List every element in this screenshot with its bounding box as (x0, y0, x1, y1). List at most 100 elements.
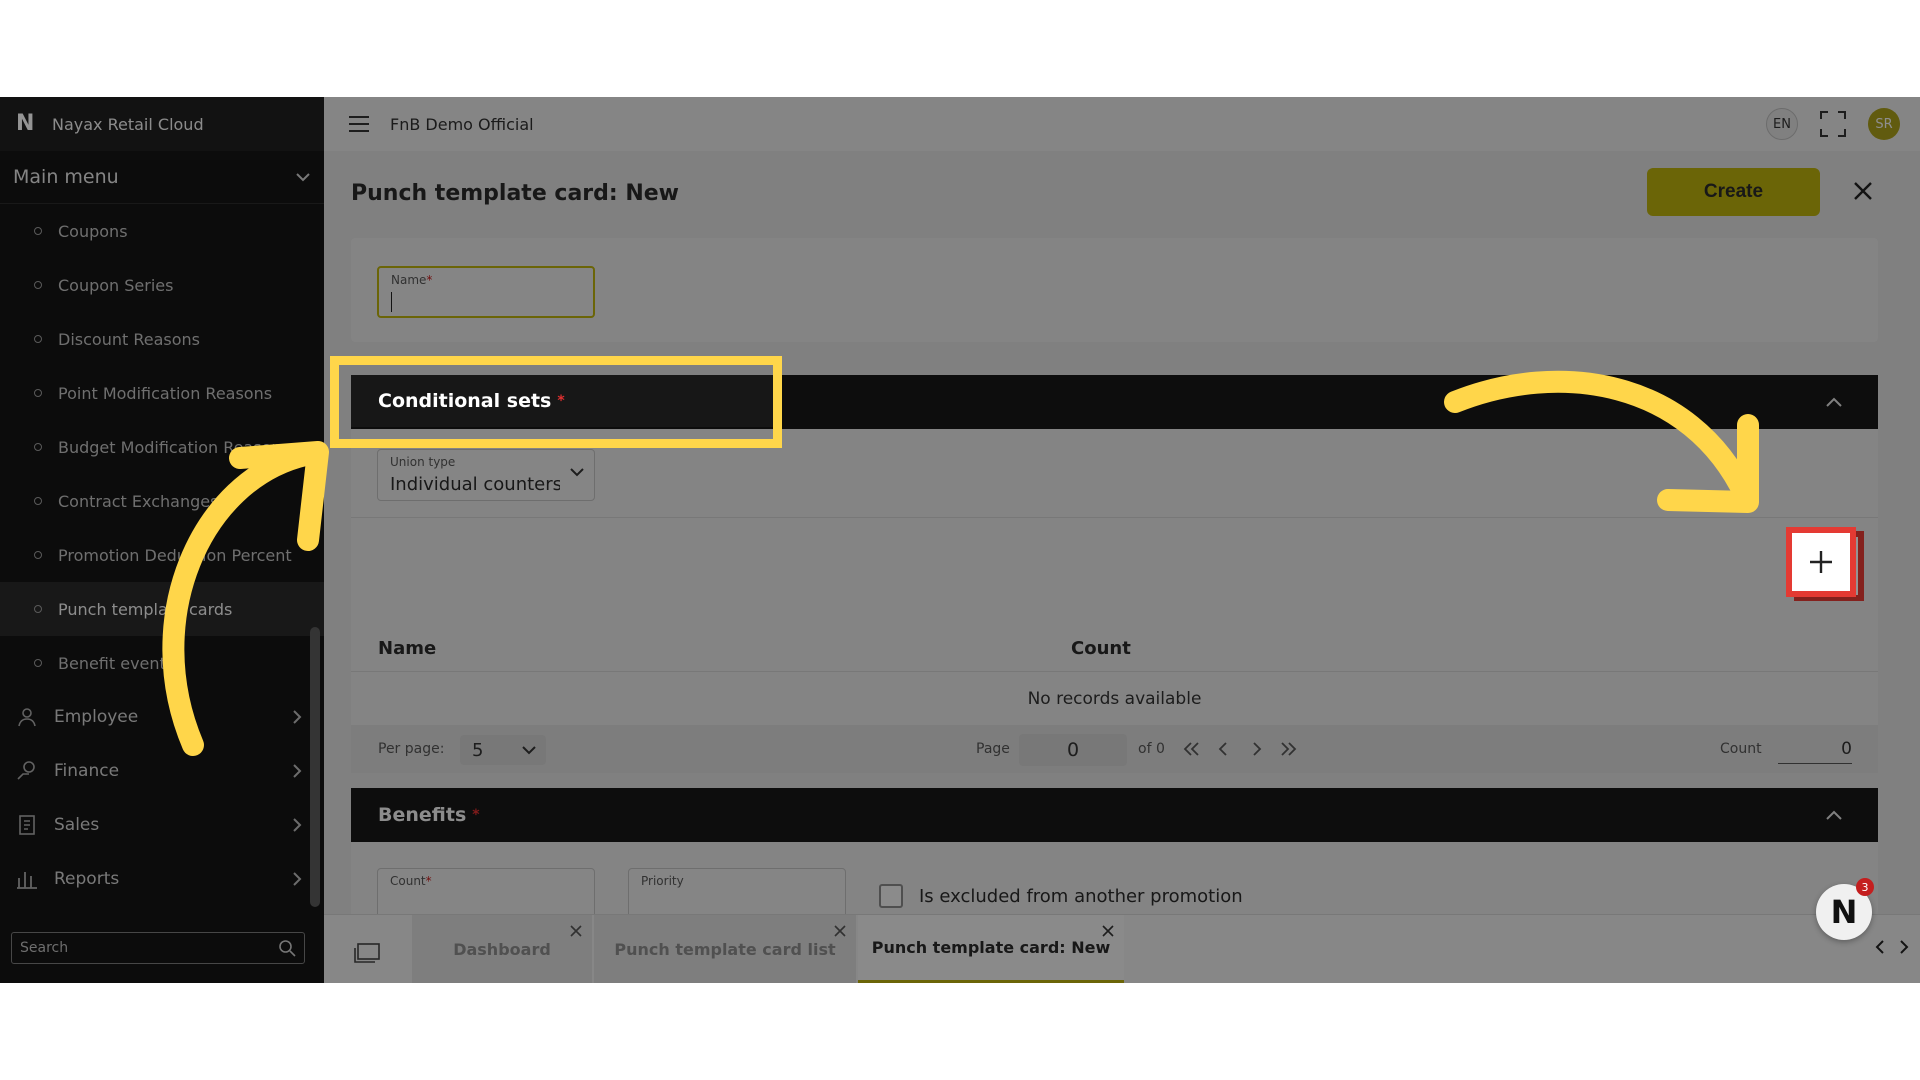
close-icon[interactable] (1851, 179, 1875, 203)
sales-icon (19, 815, 35, 835)
sidebar-group-label: Sales (54, 815, 100, 835)
sidebar-group-label: Reports (54, 869, 120, 889)
top-header: FnB Demo Official EN SR (324, 97, 1920, 151)
sidebar-item-coupons[interactable]: Coupons (0, 204, 324, 258)
count-value: 0 (1778, 735, 1852, 764)
bullet-icon (34, 659, 42, 667)
sidebar-item-label: Coupon Series (58, 275, 174, 295)
general-card: Name* (351, 238, 1878, 342)
bullet-icon (34, 335, 42, 343)
nayax-logo-icon: N (16, 111, 35, 136)
priority-field[interactable]: Priority (628, 868, 846, 920)
plus-icon (1810, 551, 1832, 573)
text-caret (391, 292, 392, 312)
chevron-down-icon (570, 468, 584, 477)
sidebar-item-label: Contract Exchanges (58, 491, 219, 511)
fullscreen-icon[interactable] (1820, 111, 1846, 137)
per-page-select[interactable]: 5 (460, 735, 546, 765)
scroll-left-icon[interactable] (1874, 939, 1886, 955)
sidebar-item-budget-modification-reasons[interactable]: Budget Modification Reasons (0, 420, 324, 474)
sidebar-item-label: Discount Reasons (58, 329, 200, 349)
close-tab-icon[interactable] (1102, 925, 1114, 937)
company-name: FnB Demo Official (390, 114, 534, 134)
window-tabs-icon[interactable] (354, 943, 380, 963)
sidebar-item-contract-exchanges[interactable]: Contract Exchanges (0, 474, 324, 528)
sidebar-group-sales[interactable]: Sales (0, 798, 324, 852)
benefits-header[interactable]: Benefits * (351, 788, 1878, 842)
sidebar-item-label: Coupons (58, 221, 128, 241)
sidebar-item-coupon-series[interactable]: Coupon Series (0, 258, 324, 312)
sidebar-group-reports[interactable]: Reports (0, 852, 324, 906)
empty-state: No records available (351, 671, 1878, 726)
sidebar-scrollbar[interactable] (310, 627, 320, 907)
bullet-icon (34, 281, 42, 289)
sidebar-item-promotion-deduction-percent[interactable]: Promotion Deduction Percent (0, 528, 324, 582)
chevron-down-icon (522, 746, 536, 755)
main-menu-toggle[interactable]: Main menu (0, 151, 324, 204)
chevron-right-icon (293, 764, 302, 778)
next-page-icon[interactable] (1247, 741, 1265, 757)
employee-icon (18, 708, 36, 727)
sidebar-item-punch-template-cards[interactable]: Punch template cards (0, 582, 324, 636)
divider (351, 517, 1878, 518)
tab-punch-template-card-new[interactable]: Punch template card: New (858, 915, 1124, 983)
chevron-right-icon (293, 818, 302, 832)
sidebar-item-point-modification-reasons[interactable]: Point Modification Reasons (0, 366, 324, 420)
name-field[interactable]: Name* (377, 266, 595, 318)
chevron-down-icon (296, 172, 310, 181)
table-header: Name Count (351, 625, 1878, 671)
per-page-value: 5 (472, 739, 484, 761)
excluded-checkbox-row[interactable]: Is excluded from another promotion (879, 884, 1243, 908)
submenu-list: Coupons Coupon Series Discount Reasons P… (0, 204, 324, 690)
previous-page-icon[interactable] (1215, 741, 1233, 757)
bullet-icon (34, 227, 42, 235)
union-type-select[interactable]: Union type Individual counters (377, 449, 595, 501)
close-tab-icon[interactable] (570, 925, 582, 937)
priority-field-label: Priority (641, 874, 684, 888)
bullet-icon (34, 497, 42, 505)
user-avatar[interactable]: SR (1868, 108, 1900, 140)
sidebar-group-label: Finance (54, 761, 120, 781)
notification-badge: 3 (1856, 878, 1874, 896)
first-page-icon[interactable] (1183, 741, 1201, 757)
page-label: Page (976, 741, 1010, 757)
name-field-label: Name* (391, 273, 433, 287)
page-navigation (1183, 741, 1297, 757)
highlighted-add-button[interactable] (1786, 527, 1856, 597)
chevron-right-icon (293, 710, 302, 724)
excluded-checkbox[interactable] (879, 884, 903, 908)
sidebar-item-discount-reasons[interactable]: Discount Reasons (0, 312, 324, 366)
language-selector[interactable]: EN (1766, 108, 1798, 140)
create-button[interactable]: Create (1647, 168, 1820, 216)
bullet-icon (34, 605, 42, 613)
page-of-label: of 0 (1138, 741, 1165, 757)
count-field[interactable]: Count* (377, 868, 595, 920)
hamburger-menu-icon[interactable] (348, 115, 370, 133)
sidebar-group-employee[interactable]: Employee (0, 690, 324, 744)
required-mark: * (472, 807, 480, 823)
sidebar-item-benefit-events[interactable]: Benefit events (0, 636, 324, 690)
column-count[interactable]: Count (1071, 638, 1131, 659)
last-page-icon[interactable] (1279, 741, 1297, 757)
bullet-icon (34, 443, 42, 451)
tab-label: Punch template card: New (871, 938, 1111, 957)
sidebar-group-finance[interactable]: Finance (0, 744, 324, 798)
count-label: Count (1720, 741, 1762, 757)
chevron-right-icon (293, 872, 302, 886)
tab-scroll-controls (1874, 939, 1910, 955)
page-input[interactable]: 0 (1019, 734, 1127, 766)
reports-icon (17, 872, 37, 889)
sidebar-item-label: Benefit events (58, 653, 175, 673)
tab-dashboard[interactable]: Dashboard (412, 915, 592, 983)
app-window: N Nayax Retail Cloud Main menu Coupons C… (0, 97, 1920, 983)
section-title: Benefits (378, 804, 467, 826)
sidebar-search-input[interactable]: Search (11, 932, 305, 964)
brand[interactable]: N Nayax Retail Cloud (0, 97, 324, 151)
tab-punch-template-card-list[interactable]: Punch template card list (594, 915, 856, 983)
chevron-up-icon[interactable] (1826, 397, 1842, 407)
search-icon (279, 940, 296, 957)
close-tab-icon[interactable] (834, 925, 846, 937)
column-name[interactable]: Name (378, 638, 436, 659)
scroll-right-icon[interactable] (1898, 939, 1910, 955)
chevron-up-icon[interactable] (1826, 810, 1842, 820)
